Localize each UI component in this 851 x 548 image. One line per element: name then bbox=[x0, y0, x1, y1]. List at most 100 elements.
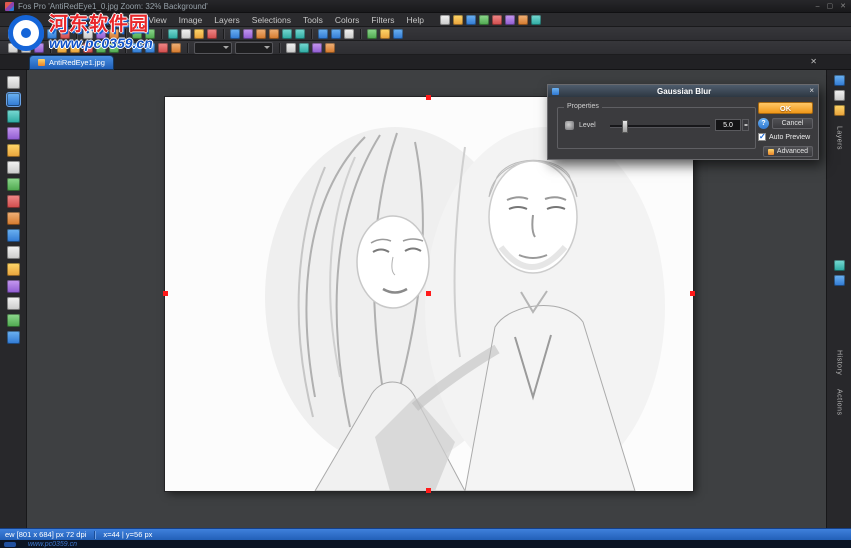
copy-icon[interactable] bbox=[181, 29, 191, 39]
zoom-fit-icon[interactable] bbox=[344, 29, 354, 39]
dialog-title: Gaussian Blur bbox=[559, 87, 809, 96]
auto-preview-option[interactable]: Auto Preview bbox=[758, 133, 810, 141]
dock-panel-layers[interactable]: Layers bbox=[836, 126, 843, 150]
menu-tools[interactable]: Tools bbox=[297, 13, 329, 27]
site-logo bbox=[8, 15, 44, 51]
level-slider-handle[interactable] bbox=[622, 120, 628, 133]
cursor-position: x=44 | y=56 px bbox=[103, 530, 152, 539]
toolbar-separator bbox=[279, 43, 280, 53]
help-button[interactable]: ? bbox=[758, 118, 769, 129]
gradient-tool[interactable] bbox=[7, 280, 20, 293]
quick-save-icon[interactable] bbox=[466, 15, 476, 25]
zoom-out-icon[interactable] bbox=[331, 29, 341, 39]
layers-icon[interactable] bbox=[312, 43, 322, 53]
title-bar: Fos Pro 'AntiRedEye1_0.jpg Zoom: 32% Bac… bbox=[0, 0, 851, 13]
navigator-icon[interactable] bbox=[834, 105, 845, 116]
minimize-icon[interactable]: – bbox=[816, 0, 820, 13]
window-title: Fos Pro 'AntiRedEye1_0.jpg Zoom: 32% Bac… bbox=[18, 2, 208, 11]
tools-panel bbox=[0, 70, 27, 528]
flip-vertical-icon[interactable] bbox=[295, 29, 305, 39]
selection-handle-center[interactable] bbox=[426, 291, 431, 296]
gaussian-blur-dialog: Gaussian Blur × Properties Level 5.0 OK … bbox=[547, 84, 819, 160]
zoom-tool[interactable] bbox=[7, 331, 20, 344]
help-icon[interactable] bbox=[393, 29, 403, 39]
document-info: ew [801 x 684] px 72 dpi bbox=[5, 530, 86, 539]
shapes-icon[interactable] bbox=[299, 43, 309, 53]
paste-icon[interactable] bbox=[194, 29, 204, 39]
resize-icon[interactable] bbox=[243, 29, 253, 39]
toolbar-separator bbox=[223, 29, 224, 39]
fill-tool[interactable] bbox=[7, 263, 20, 276]
menu-quick-icons bbox=[440, 15, 541, 25]
selection-handle-bottom[interactable] bbox=[426, 488, 431, 493]
level-value-field[interactable]: 5.0 bbox=[715, 119, 741, 131]
rotate-left-icon[interactable] bbox=[256, 29, 266, 39]
menu-selections[interactable]: Selections bbox=[246, 13, 297, 27]
quick-print-icon[interactable] bbox=[505, 15, 515, 25]
zoom-in-icon[interactable] bbox=[318, 29, 328, 39]
delete-icon[interactable] bbox=[207, 29, 217, 39]
advanced-button[interactable]: Advanced bbox=[763, 146, 813, 157]
dock-panel-actions[interactable]: Actions bbox=[836, 389, 843, 415]
tab-close-icon[interactable]: ✕ bbox=[810, 54, 817, 69]
grid-icon[interactable] bbox=[380, 29, 390, 39]
status-separator bbox=[94, 531, 95, 539]
eyedropper-tool[interactable] bbox=[7, 178, 20, 191]
menu-image[interactable]: Image bbox=[173, 13, 209, 27]
cancel-button[interactable]: Cancel bbox=[772, 118, 813, 129]
menu-filters[interactable]: Filters bbox=[365, 13, 400, 27]
shape-tool[interactable] bbox=[7, 314, 20, 327]
footer-accent bbox=[4, 542, 16, 547]
close-icon[interactable]: ✕ bbox=[840, 0, 846, 13]
pencil-tool[interactable] bbox=[7, 212, 20, 225]
quick-new-icon[interactable] bbox=[440, 15, 450, 25]
text-icon[interactable] bbox=[286, 43, 296, 53]
layers-icon[interactable] bbox=[834, 75, 845, 86]
effects-icon[interactable] bbox=[325, 43, 335, 53]
menu-help[interactable]: Help bbox=[401, 13, 430, 27]
red-eye-removal-icon[interactable] bbox=[158, 43, 168, 53]
dialog-close-icon[interactable]: × bbox=[809, 85, 814, 97]
move-tool[interactable] bbox=[7, 161, 20, 174]
clone-tool[interactable] bbox=[7, 229, 20, 242]
dock-panel-history[interactable]: History bbox=[836, 350, 843, 375]
level-spinner[interactable] bbox=[742, 119, 749, 131]
menu-layers[interactable]: Layers bbox=[208, 13, 246, 27]
channels-icon[interactable] bbox=[834, 90, 845, 101]
crop-tool[interactable] bbox=[7, 144, 20, 157]
document-tab[interactable]: AntiRedEye1.jpg bbox=[30, 56, 113, 69]
blur-level-icon bbox=[565, 121, 574, 130]
flip-horizontal-icon[interactable] bbox=[282, 29, 292, 39]
selection-handle-right[interactable] bbox=[690, 291, 695, 296]
swatch-blue[interactable] bbox=[834, 275, 845, 286]
properties-group-label: Properties bbox=[564, 103, 602, 110]
eraser-tool[interactable] bbox=[7, 246, 20, 259]
quick-copy-icon[interactable] bbox=[518, 15, 528, 25]
quick-open-icon[interactable] bbox=[453, 15, 463, 25]
rotate-right-icon[interactable] bbox=[269, 29, 279, 39]
dialog-title-bar[interactable]: Gaussian Blur × bbox=[548, 85, 818, 97]
quick-paste-icon[interactable] bbox=[531, 15, 541, 25]
advanced-label: Advanced bbox=[777, 148, 808, 155]
magic-wand-tool[interactable] bbox=[7, 127, 20, 140]
quick-redo-icon[interactable] bbox=[492, 15, 502, 25]
zoom-combo[interactable] bbox=[194, 42, 232, 54]
selection-handle-left[interactable] bbox=[163, 291, 168, 296]
crop-icon[interactable] bbox=[230, 29, 240, 39]
clone-stamp-icon[interactable] bbox=[171, 43, 181, 53]
quick-undo-icon[interactable] bbox=[479, 15, 489, 25]
ok-button[interactable]: OK bbox=[758, 102, 813, 114]
auto-preview-checkbox[interactable] bbox=[758, 133, 766, 141]
lasso-tool[interactable] bbox=[7, 110, 20, 123]
cut-icon[interactable] bbox=[168, 29, 178, 39]
pointer-tool[interactable] bbox=[7, 76, 20, 89]
selection-handle-top[interactable] bbox=[426, 95, 431, 100]
mode-combo[interactable] bbox=[235, 42, 273, 54]
menu-colors[interactable]: Colors bbox=[329, 13, 366, 27]
maximize-icon[interactable]: ▢ bbox=[827, 0, 834, 13]
swatch-teal[interactable] bbox=[834, 260, 845, 271]
rulers-icon[interactable] bbox=[367, 29, 377, 39]
text-tool[interactable] bbox=[7, 297, 20, 310]
brush-tool[interactable] bbox=[7, 195, 20, 208]
rect-select-tool[interactable] bbox=[7, 93, 20, 106]
